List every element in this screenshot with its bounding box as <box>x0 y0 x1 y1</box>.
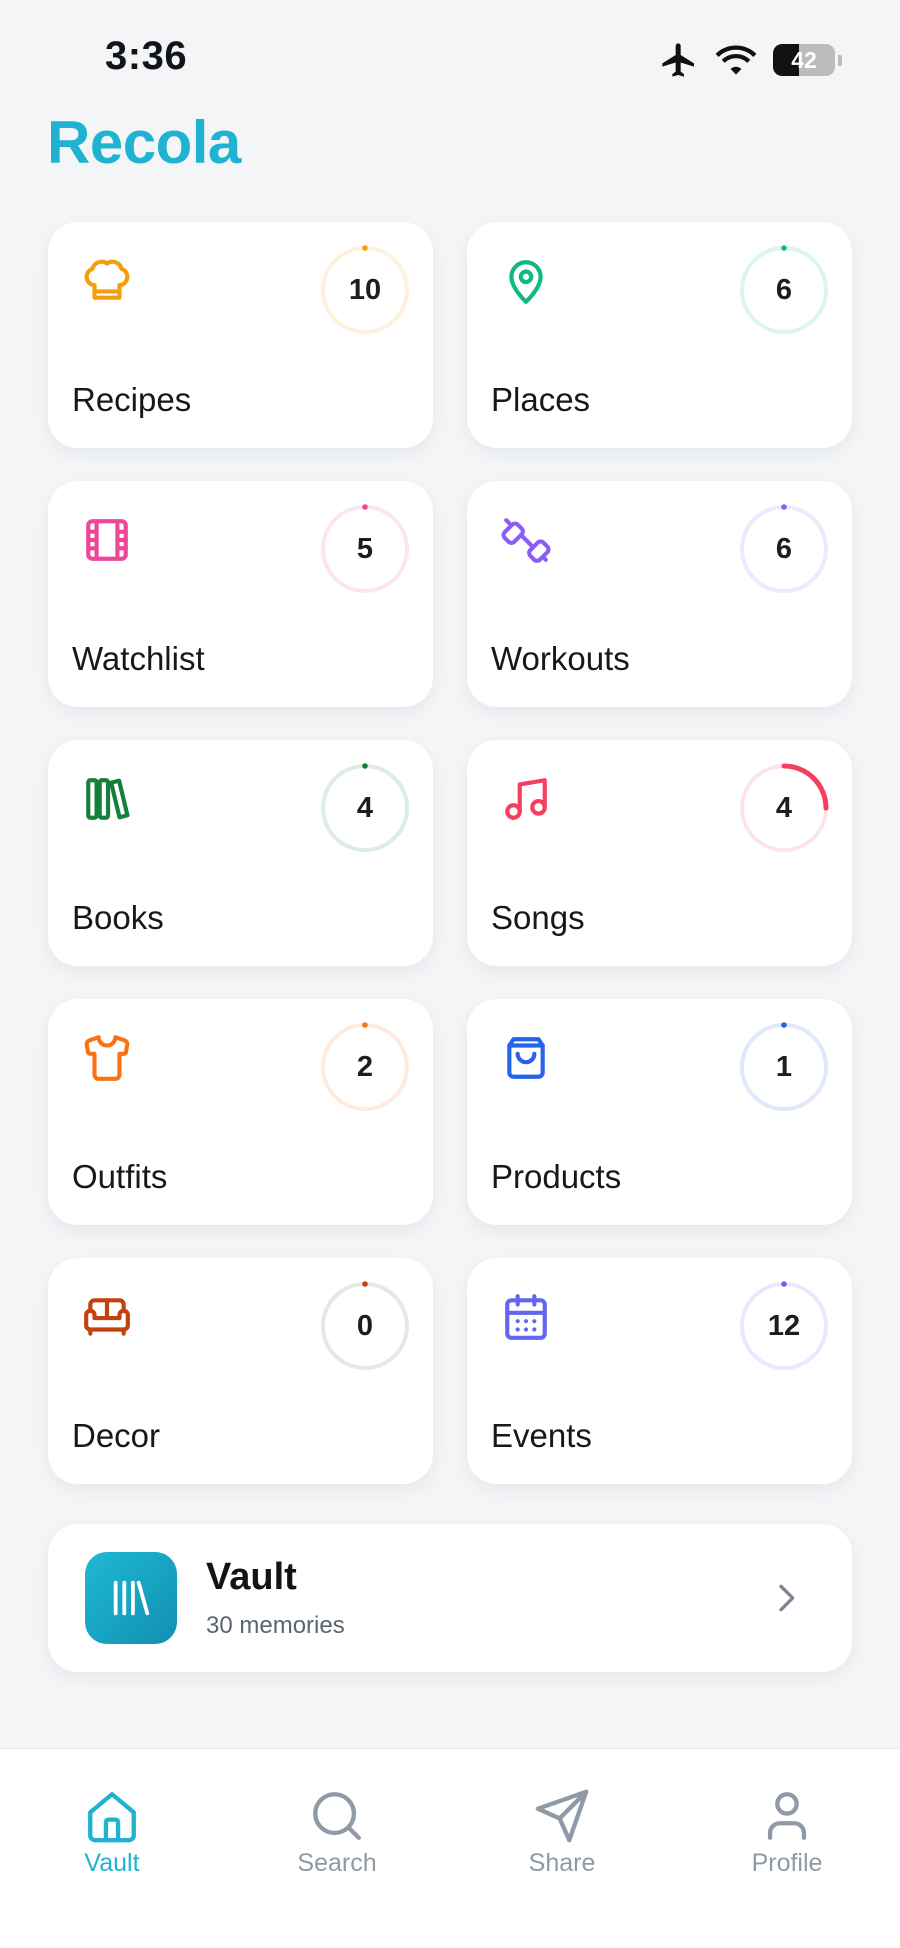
shirt-icon <box>84 1035 130 1081</box>
category-label: Watchlist <box>72 640 205 677</box>
chevron-right-icon <box>779 1584 795 1612</box>
count-ring: 2 <box>319 1021 411 1113</box>
battery-percent: 42 <box>791 46 817 73</box>
tab-label: Search <box>297 1849 377 1877</box>
category-icon <box>501 774 551 824</box>
category-label: Songs <box>491 899 585 936</box>
category-icon <box>82 515 132 565</box>
category-label: Outfits <box>72 1158 168 1195</box>
shopping-bag-icon <box>507 1037 545 1079</box>
category-count: 6 <box>775 273 793 306</box>
category-icon <box>501 256 551 306</box>
vault-title: Vault <box>206 1556 297 1598</box>
count-ring: 1 <box>738 1021 830 1113</box>
chef-hat-icon <box>84 259 130 300</box>
home-icon <box>88 1792 136 1843</box>
app-title: Recola <box>47 109 241 176</box>
category-count: 1 <box>775 1050 793 1083</box>
category-label: Recipes <box>72 381 192 418</box>
count-ring: 0 <box>319 1280 411 1372</box>
tab-share[interactable]: Share <box>482 1787 642 1878</box>
library-icon <box>113 1580 150 1616</box>
category-card-decor[interactable]: 0 Decor <box>48 1258 433 1484</box>
film-icon <box>86 519 128 561</box>
category-card-songs[interactable]: 4 Songs <box>467 740 852 966</box>
category-label: Products <box>491 1158 622 1195</box>
category-label: Events <box>491 1417 592 1454</box>
category-card-places[interactable]: 6 Places <box>467 222 852 448</box>
count-ring: 12 <box>738 1280 830 1372</box>
vault-card[interactable]: Vault 30 memories <box>48 1524 852 1672</box>
search-icon <box>313 1792 361 1840</box>
tab-search[interactable]: Search <box>257 1787 417 1878</box>
category-icon <box>82 1292 132 1342</box>
category-count: 0 <box>356 1309 374 1342</box>
category-grid: 10 Recipes 6 Places 5 Watchlist 6 Workouts 4 Book… <box>48 222 852 1484</box>
send-icon <box>535 1789 589 1843</box>
status-icons: 42 <box>659 40 842 80</box>
category-icon <box>82 1033 132 1083</box>
count-ring: 6 <box>738 503 830 595</box>
calendar-icon <box>505 1294 547 1340</box>
category-card-outfits[interactable]: 2 Outfits <box>48 999 433 1225</box>
tab-label: Vault <box>84 1849 140 1877</box>
category-icon <box>82 256 132 306</box>
vault-subtitle: 30 memories <box>206 1612 345 1639</box>
category-card-events[interactable]: 12 Events <box>467 1258 852 1484</box>
airplane-icon <box>662 43 694 77</box>
category-icon <box>501 1292 551 1342</box>
dumbbell-icon <box>501 518 551 563</box>
tab-label: Profile <box>751 1849 823 1877</box>
status-time: 3:36 <box>105 34 188 78</box>
tab-label: Share <box>528 1849 596 1877</box>
music-note-icon <box>505 778 547 820</box>
count-ring: 5 <box>319 503 411 595</box>
category-label: Workouts <box>491 640 630 677</box>
count-ring: 4 <box>738 762 830 854</box>
tab-vault[interactable]: Vault <box>32 1787 192 1878</box>
category-card-products[interactable]: 1 Products <box>467 999 852 1225</box>
category-label: Books <box>72 899 164 936</box>
category-icon <box>501 515 551 565</box>
category-count: 2 <box>356 1050 374 1083</box>
category-count: 5 <box>356 532 374 565</box>
wifi-icon <box>715 45 757 75</box>
user-icon <box>767 1792 807 1840</box>
category-count: 4 <box>775 791 793 824</box>
category-count: 12 <box>767 1309 801 1342</box>
count-ring: 6 <box>738 244 830 336</box>
status-bar: 3:36 42 <box>0 0 900 110</box>
tab-profile[interactable]: Profile <box>707 1787 867 1878</box>
books-icon <box>86 778 130 820</box>
category-icon <box>501 1033 551 1083</box>
category-label: Decor <box>72 1417 161 1454</box>
sofa-icon <box>84 1298 130 1336</box>
category-icon <box>82 774 132 824</box>
tab-bar: Vault Search Share Profile <box>0 1748 900 1948</box>
category-count: 10 <box>348 273 382 306</box>
category-card-workouts[interactable]: 6 Workouts <box>467 481 852 707</box>
category-label: Places <box>491 381 591 418</box>
map-pin-icon <box>509 260 543 304</box>
count-ring: 4 <box>319 762 411 854</box>
battery-nub <box>838 54 842 66</box>
category-count: 6 <box>775 532 793 565</box>
category-card-watchlist[interactable]: 5 Watchlist <box>48 481 433 707</box>
vault-logo <box>85 1552 177 1644</box>
count-ring: 10 <box>319 244 411 336</box>
category-count: 4 <box>356 791 374 824</box>
battery-indicator: 42 <box>773 44 835 76</box>
category-card-books[interactable]: 4 Books <box>48 740 433 966</box>
category-card-recipes[interactable]: 10 Recipes <box>48 222 433 448</box>
